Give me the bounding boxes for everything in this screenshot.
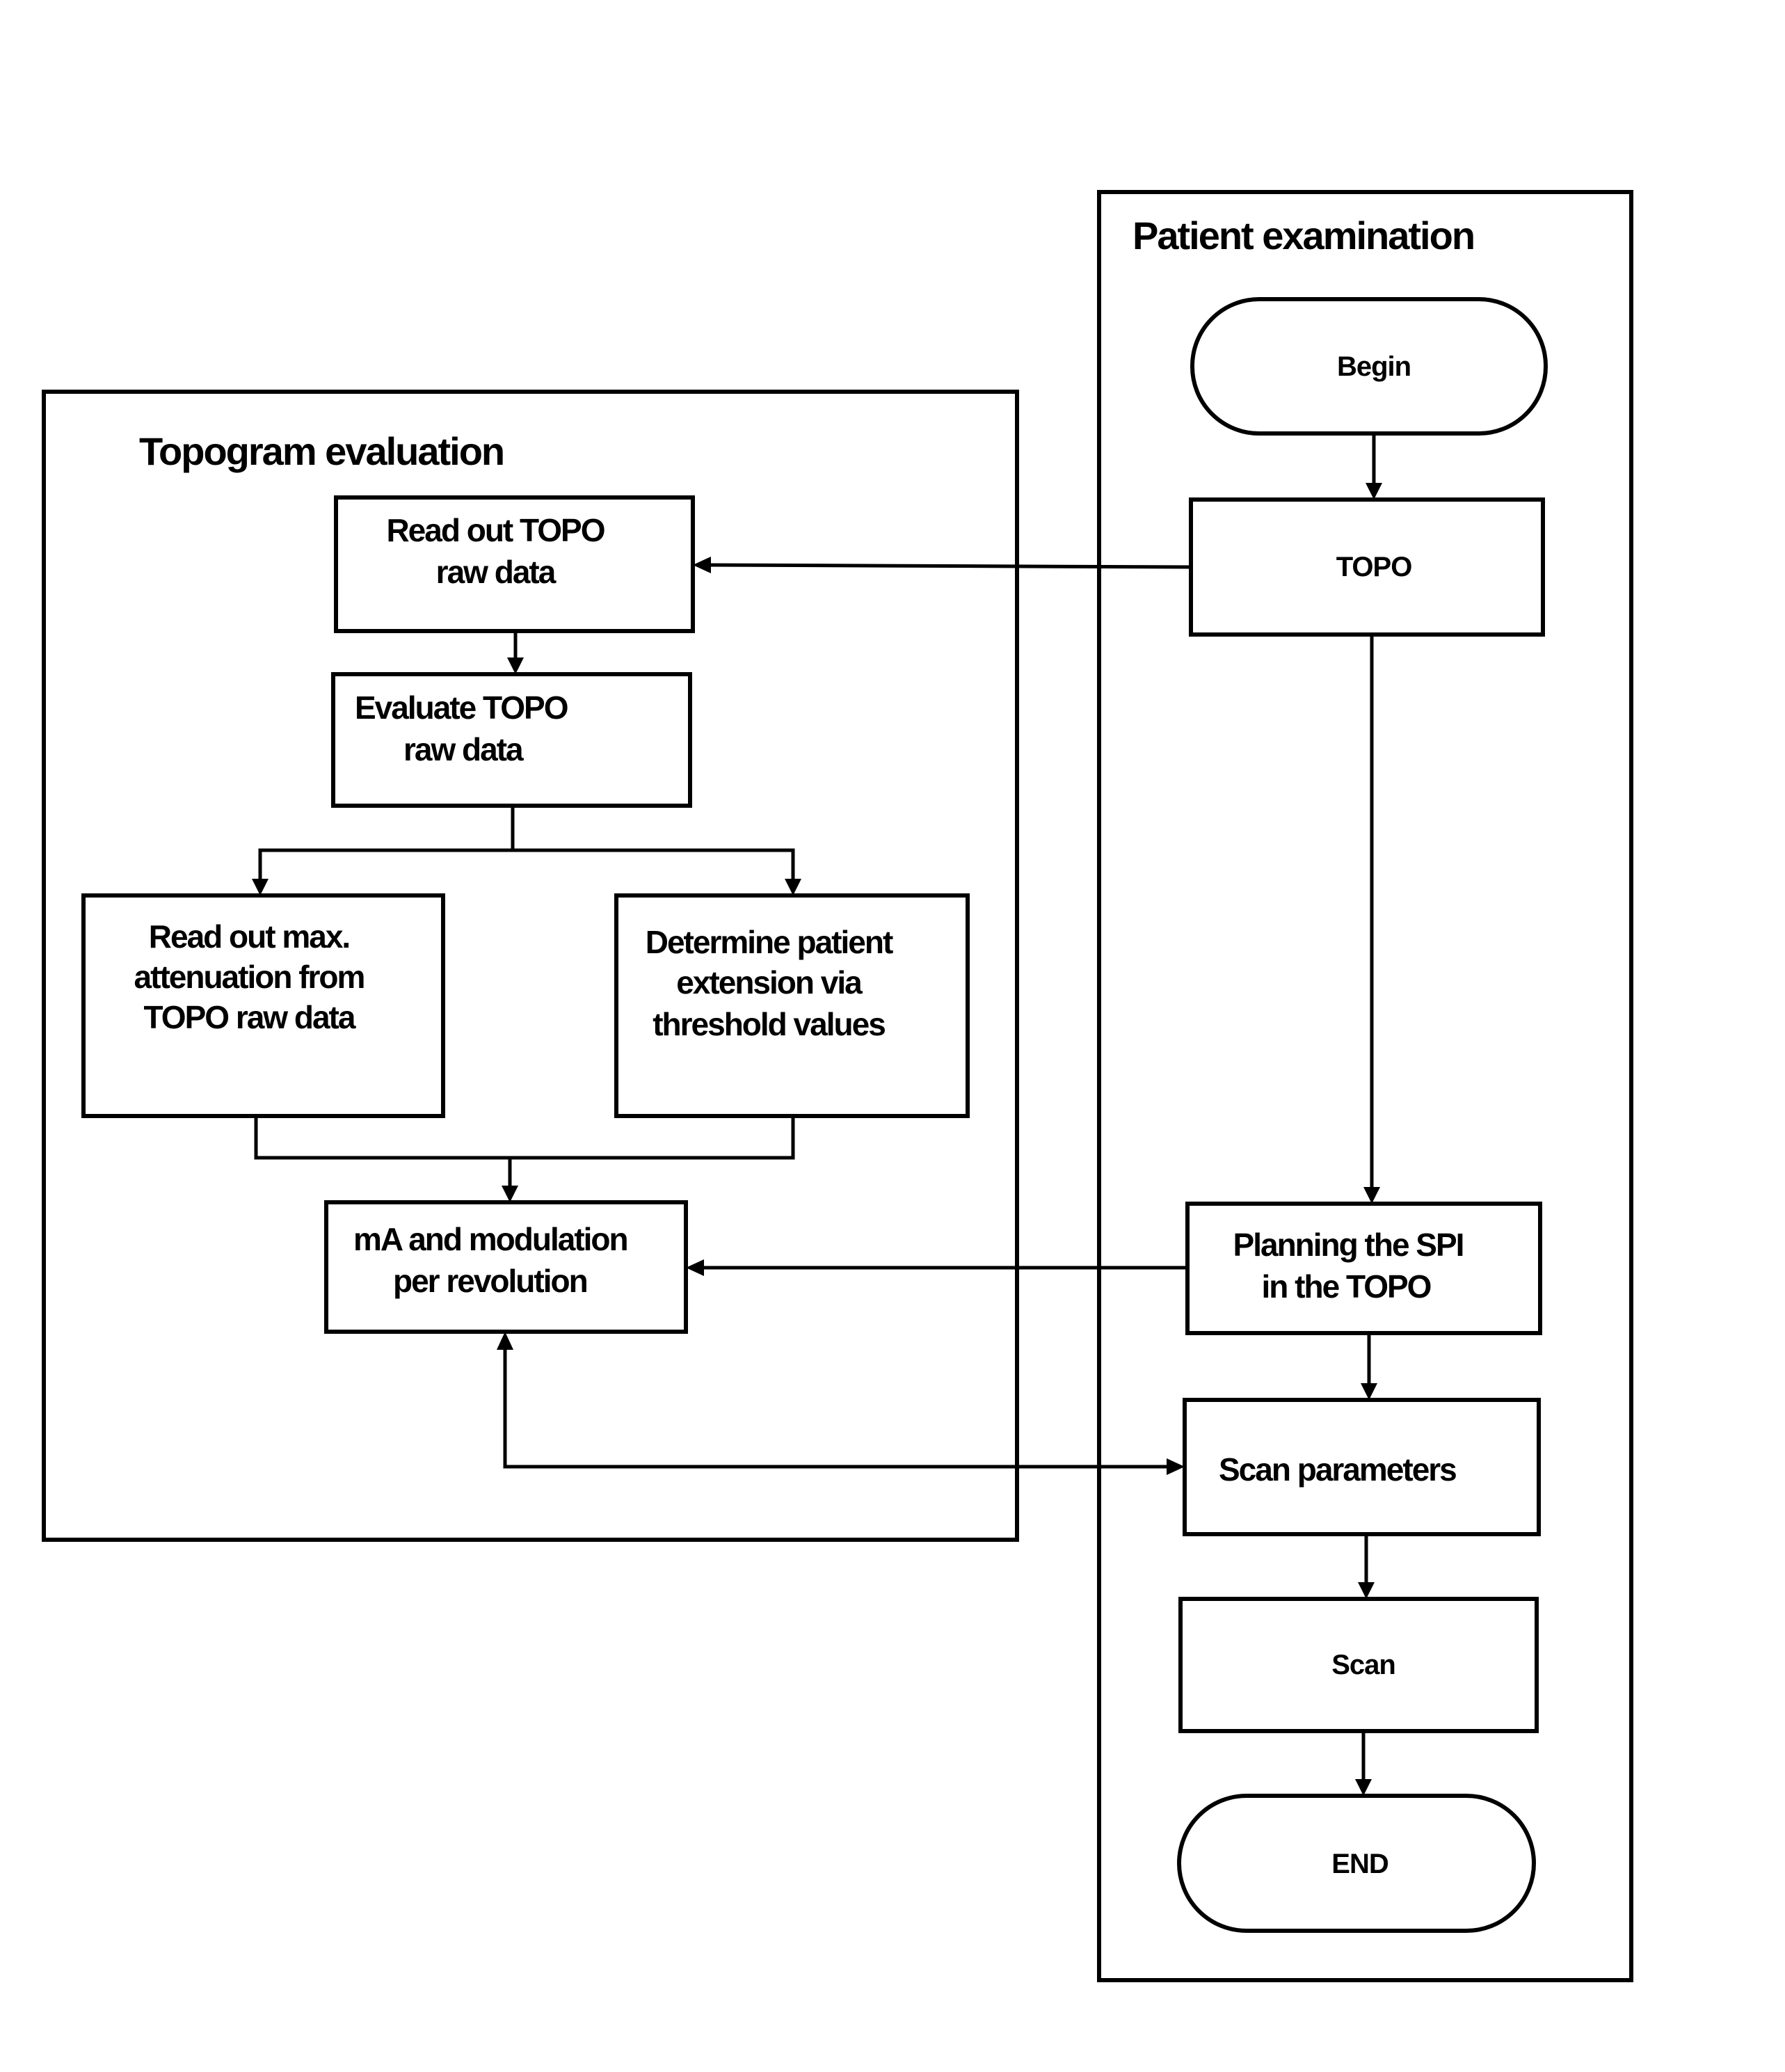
arrowhead bbox=[1361, 1383, 1377, 1400]
arrowhead bbox=[502, 1186, 518, 1202]
node-scan-parameters: Scan parameters bbox=[1183, 1398, 1541, 1536]
node-scan: Scan bbox=[1178, 1597, 1539, 1733]
node-text: mA and modulation bbox=[353, 1221, 627, 1257]
node-text: Read out max. bbox=[149, 918, 349, 955]
arrowhead bbox=[693, 557, 711, 573]
node-begin: Begin bbox=[1190, 297, 1548, 436]
node-text: threshold values bbox=[653, 1006, 885, 1042]
node-text: Evaluate TOPO bbox=[355, 690, 568, 726]
node-ma-modulation: mA and modulation per revolution bbox=[324, 1200, 688, 1334]
node-text: Scan parameters bbox=[1219, 1451, 1456, 1488]
topogram-evaluation-title: Topogram evaluation bbox=[139, 429, 504, 473]
edge-evaluate-determine bbox=[513, 848, 795, 884]
arrowhead bbox=[507, 658, 524, 674]
node-text: TOPO bbox=[1336, 552, 1412, 582]
arrowhead bbox=[686, 1259, 704, 1276]
node-read-topo: Read out TOPO raw data bbox=[334, 495, 695, 633]
edge-ma-scanparams bbox=[503, 1346, 1173, 1469]
node-text: Determine patient bbox=[646, 924, 893, 960]
patient-examination-title: Patient examination bbox=[1132, 214, 1474, 257]
node-text: per revolution bbox=[393, 1263, 587, 1299]
edge-merge bbox=[254, 1116, 795, 1160]
node-topo: TOPO bbox=[1189, 497, 1545, 637]
arrowhead bbox=[497, 1332, 513, 1350]
edge-evaluate-readmax bbox=[258, 806, 515, 884]
arrowhead bbox=[1355, 1779, 1372, 1796]
node-text: END bbox=[1331, 1849, 1388, 1879]
arrowhead bbox=[1366, 483, 1382, 500]
node-text: extension via bbox=[676, 964, 863, 1001]
node-text: Planning the SPI bbox=[1233, 1227, 1464, 1263]
edge-topo-readtopo bbox=[705, 563, 1192, 569]
arrowhead bbox=[1363, 1187, 1380, 1204]
node-determine-extension: Determine patient extension via threshol… bbox=[614, 893, 970, 1118]
node-text: raw data bbox=[403, 731, 524, 767]
node-text: raw data bbox=[436, 554, 557, 590]
arrowhead bbox=[785, 879, 801, 895]
node-planning-spi: Planning the SPI in the TOPO bbox=[1185, 1202, 1542, 1335]
arrowhead bbox=[1358, 1582, 1375, 1599]
node-text: attenuation from bbox=[134, 959, 365, 995]
node-text: Scan bbox=[1331, 1650, 1395, 1680]
node-text: TOPO raw data bbox=[144, 999, 356, 1035]
node-end: END bbox=[1177, 1794, 1536, 1933]
arrowhead bbox=[252, 879, 269, 895]
node-text: in the TOPO bbox=[1262, 1268, 1431, 1305]
node-text: Read out TOPO bbox=[386, 512, 604, 548]
node-text: Begin bbox=[1337, 351, 1411, 382]
flowchart: Topogram evaluation Patient examination bbox=[42, 190, 1633, 1982]
arrowhead bbox=[1167, 1458, 1185, 1475]
node-evaluate-topo: Evaluate TOPO raw data bbox=[331, 672, 692, 808]
node-read-max-attenuation: Read out max. attenuation from TOPO raw … bbox=[81, 893, 445, 1118]
